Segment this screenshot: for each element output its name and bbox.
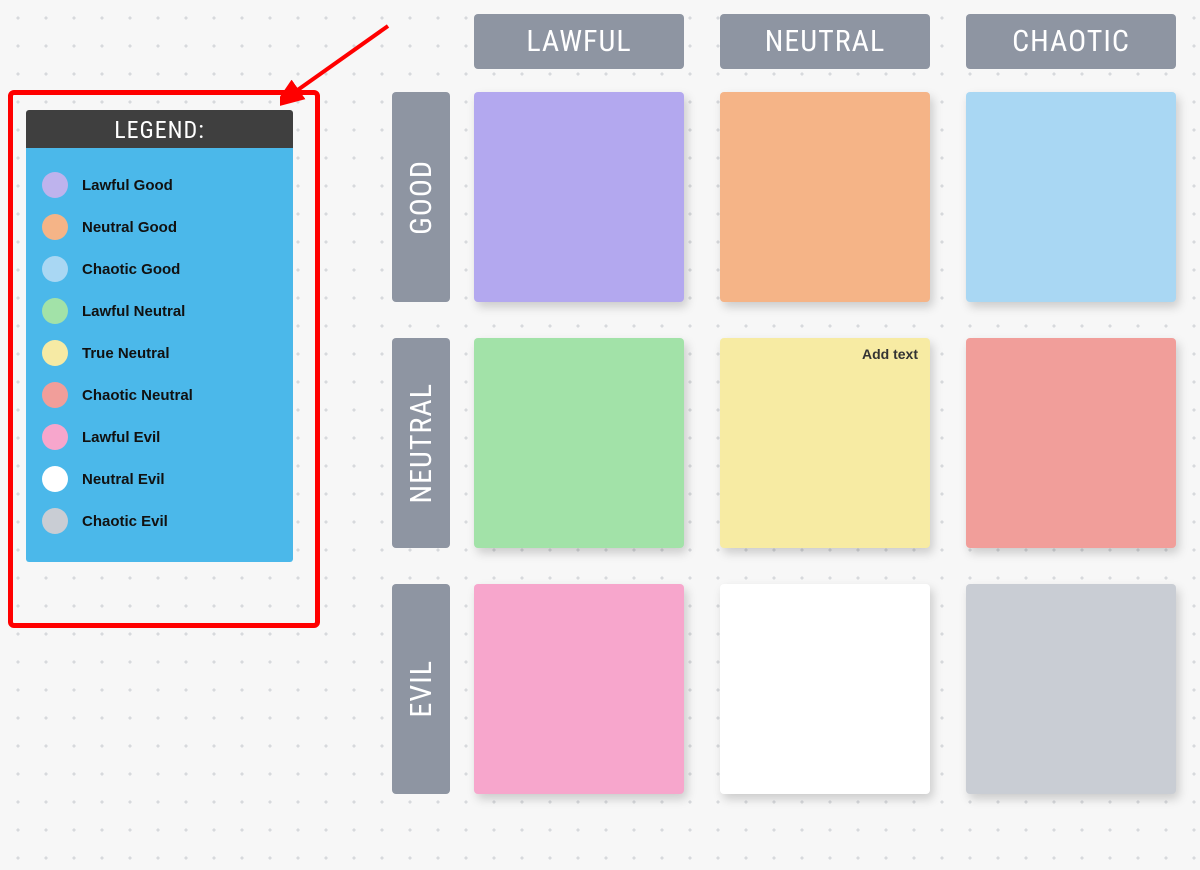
row-header-label: GOOD — [404, 160, 439, 235]
legend-swatch — [42, 466, 68, 492]
add-text-placeholder[interactable]: Add text — [862, 346, 918, 362]
col-header-lawful[interactable]: LAWFUL — [474, 14, 684, 69]
legend-label: Neutral Evil — [82, 471, 165, 488]
legend-swatch — [42, 298, 68, 324]
legend-swatch — [42, 382, 68, 408]
legend-item[interactable]: Neutral Evil — [40, 458, 279, 500]
legend-swatch — [42, 256, 68, 282]
legend-item[interactable]: Lawful Neutral — [40, 290, 279, 332]
legend-label: True Neutral — [82, 345, 170, 362]
legend-item[interactable]: Chaotic Evil — [40, 500, 279, 542]
cell-chaotic-evil[interactable] — [966, 584, 1176, 794]
legend-label: Lawful Evil — [82, 429, 160, 446]
legend-label: Neutral Good — [82, 219, 177, 236]
legend-item[interactable]: Neutral Good — [40, 206, 279, 248]
col-header-chaotic[interactable]: CHAOTIC — [966, 14, 1176, 69]
col-header-neutral[interactable]: NEUTRAL — [720, 14, 930, 69]
legend-label: Lawful Good — [82, 177, 173, 194]
row-header-neutral[interactable]: NEUTRAL — [392, 338, 450, 548]
row-header-label: NEUTRAL — [404, 383, 439, 503]
legend-swatch — [42, 424, 68, 450]
legend-swatch — [42, 340, 68, 366]
cell-lawful-good[interactable] — [474, 92, 684, 302]
legend-item[interactable]: True Neutral — [40, 332, 279, 374]
legend-panel: LEGEND: Lawful Good Neutral Good Chaotic… — [26, 110, 293, 562]
annotation-arrow-icon — [280, 22, 400, 112]
legend-label: Chaotic Neutral — [82, 387, 193, 404]
legend-swatch — [42, 214, 68, 240]
cell-lawful-evil[interactable] — [474, 584, 684, 794]
cell-neutral-good[interactable] — [720, 92, 930, 302]
legend-item[interactable]: Lawful Good — [40, 164, 279, 206]
legend-item[interactable]: Chaotic Good — [40, 248, 279, 290]
cell-neutral-evil[interactable] — [720, 584, 930, 794]
cell-lawful-neutral[interactable] — [474, 338, 684, 548]
legend-title: LEGEND: — [26, 110, 293, 148]
row-header-label: EVIL — [404, 660, 439, 718]
legend-label: Lawful Neutral — [82, 303, 185, 320]
row-header-evil[interactable]: EVIL — [392, 584, 450, 794]
cell-chaotic-good[interactable] — [966, 92, 1176, 302]
legend-label: Chaotic Evil — [82, 513, 168, 530]
legend-swatch — [42, 508, 68, 534]
legend-label: Chaotic Good — [82, 261, 180, 278]
legend-swatch — [42, 172, 68, 198]
legend-body: Lawful Good Neutral Good Chaotic Good La… — [26, 148, 293, 562]
legend-item[interactable]: Chaotic Neutral — [40, 374, 279, 416]
row-header-good[interactable]: GOOD — [392, 92, 450, 302]
legend-item[interactable]: Lawful Evil — [40, 416, 279, 458]
cell-chaotic-neutral[interactable] — [966, 338, 1176, 548]
cell-true-neutral[interactable]: Add text — [720, 338, 930, 548]
